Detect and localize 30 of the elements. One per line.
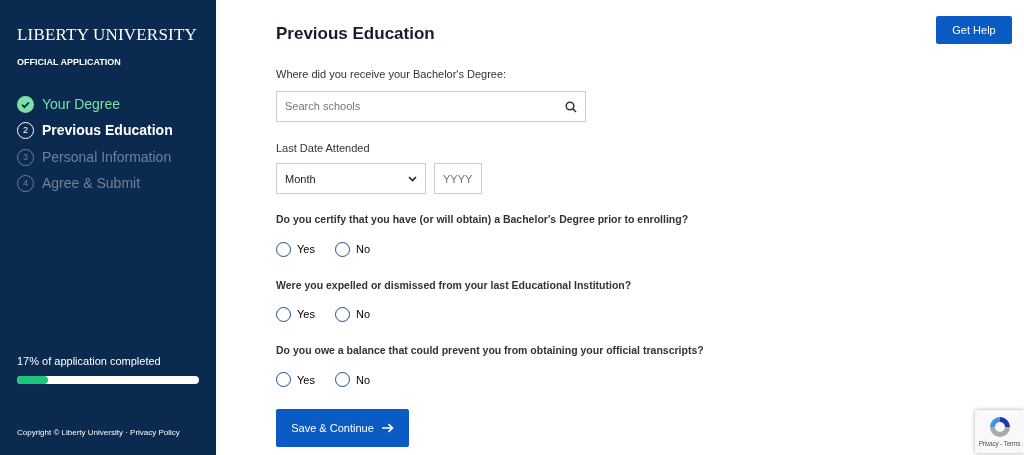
search-icon [565,100,577,113]
field-label: Last Date Attended [276,140,371,156]
step-label[interactable]: Your Degree [42,93,121,115]
question-text: Were you expelled or dismissed from your last Educational Institution? [276,277,633,293]
step-label[interactable]: Previous Education [42,120,173,142]
month-select[interactable]: Month [276,163,426,195]
radio-option[interactable]: No [334,241,370,258]
arrow-icon [381,423,394,434]
copyright-text: Copyright © Liberty University · [17,428,128,437]
brand-subtitle: OFFICIAL APPLICATION [17,55,122,69]
school-search-field[interactable]: Search schools [276,90,586,122]
question-text: Do you certify that you have (or will obtain) a Bachelor's Degree prior to enrolling? [276,212,690,228]
privacy-policy-link[interactable]: Privacy Policy [130,428,180,437]
year-field[interactable]: YYYY [434,163,482,195]
radio-option[interactable]: Yes [276,371,315,389]
progress-text: 17% of application completed [17,353,162,369]
get-help-button[interactable]: Get Help [936,16,1012,44]
save-continue-button[interactable]: Save & Continue [276,409,409,448]
field-label: Where did you receive your Bachelor's Degree: [276,67,508,83]
recaptcha-icon [987,414,1012,439]
radio-option[interactable]: No [334,371,370,389]
step-label[interactable]: Personal Information [42,146,172,168]
chevron-icon [408,175,417,182]
question-text: Do you owe a balance that could prevent you from obtaining your official transcripts? [276,342,705,358]
step-label[interactable]: Agree & Submit [42,173,141,195]
radio-option[interactable]: No [334,306,370,323]
radio-option[interactable]: Yes [276,306,315,323]
radio-option[interactable]: Yes [276,241,315,258]
page-title: Previous Education [276,24,435,45]
brand-name: LIBERTY UNIVERSITY [17,24,198,46]
